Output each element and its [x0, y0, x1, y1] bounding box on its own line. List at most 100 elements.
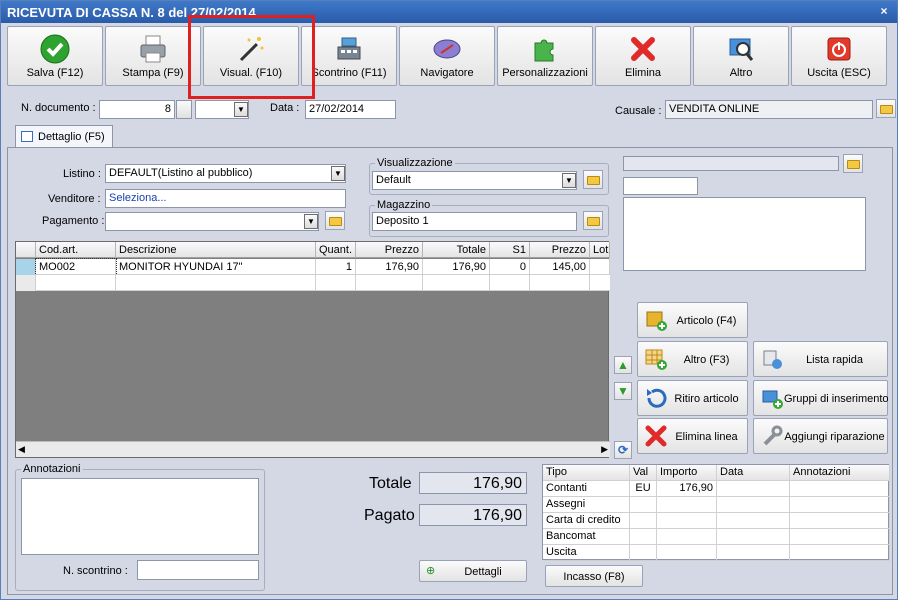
details-button[interactable]: ⊕ Dettagli — [419, 560, 527, 582]
scroll-left-icon[interactable]: ◀ — [18, 444, 25, 455]
grid-cell[interactable]: EU — [630, 481, 657, 497]
grid-cell[interactable] — [790, 529, 890, 545]
visualization-select[interactable]: Default — [372, 171, 577, 190]
listino-select[interactable]: DEFAULT(Listino al pubblico) — [105, 164, 346, 183]
delete-line-button[interactable]: Elimina linea — [637, 418, 748, 454]
grid-cell[interactable] — [657, 529, 717, 545]
grid-cell[interactable]: 0 — [490, 259, 530, 275]
grid-cell[interactable] — [790, 481, 890, 497]
return-article-button[interactable]: Ritiro articolo — [637, 380, 748, 416]
receipt-button[interactable]: Scontrino (F11) — [301, 26, 397, 86]
scroll-right-icon[interactable]: ▶ — [601, 444, 608, 455]
other-button[interactable]: Altro — [693, 26, 789, 86]
add-article-button[interactable]: Articolo (F4) — [637, 302, 748, 338]
close-icon[interactable]: × — [877, 4, 891, 18]
grid-cell[interactable]: 1 — [316, 259, 356, 275]
chevron-down-icon[interactable]: ▼ — [304, 214, 318, 229]
notes-textarea[interactable] — [21, 478, 259, 555]
info-folder-button[interactable] — [843, 154, 863, 173]
grid-cell[interactable] — [657, 497, 717, 513]
doc-number-button[interactable] — [176, 100, 192, 119]
col-header[interactable]: Data — [717, 465, 790, 481]
grid-cell[interactable] — [790, 513, 890, 529]
col-header[interactable]: Prezzo — [530, 242, 590, 258]
exit-button[interactable]: Uscita (ESC) — [791, 26, 887, 86]
chevron-down-icon[interactable]: ▼ — [234, 102, 248, 117]
col-header[interactable]: S1 — [490, 242, 530, 258]
table-row[interactable] — [16, 275, 610, 291]
date-input[interactable]: 27/02/2014 — [305, 100, 396, 119]
grid-cell[interactable] — [717, 481, 790, 497]
col-header[interactable]: Totale — [423, 242, 490, 258]
causale-folder-button[interactable] — [876, 99, 896, 118]
grid-cell[interactable] — [630, 545, 657, 561]
grid-cell[interactable] — [630, 529, 657, 545]
delete-button[interactable]: Elimina — [595, 26, 691, 86]
move-down-icon[interactable]: ▼ — [614, 382, 632, 400]
visualization-folder-button[interactable] — [583, 170, 603, 189]
other-article-button[interactable]: Altro (F3) — [637, 341, 748, 377]
col-header[interactable]: Tipo — [543, 465, 630, 481]
venditore-input[interactable]: Seleziona... — [105, 189, 346, 208]
chevron-down-icon[interactable]: ▼ — [331, 166, 345, 181]
grid-cell[interactable]: 145,00 — [530, 259, 590, 275]
doc-number-input[interactable]: 8 — [99, 100, 175, 119]
grid-cell[interactable] — [790, 497, 890, 513]
grid-cell[interactable] — [530, 275, 590, 291]
grid-cell[interactable] — [717, 497, 790, 513]
col-header[interactable]: Annotazioni — [790, 465, 890, 481]
grid-cell[interactable] — [717, 545, 790, 561]
info-small-field[interactable] — [623, 177, 698, 195]
grid-cell[interactable] — [630, 497, 657, 513]
add-repair-button[interactable]: Aggiungi riparazione — [753, 418, 888, 454]
tab-dettaglio[interactable]: Dettaglio (F5) — [15, 125, 113, 148]
grid-cell[interactable] — [116, 275, 316, 291]
grid-cell[interactable] — [36, 275, 116, 291]
navigator-button[interactable]: Navigatore — [399, 26, 495, 86]
pagamento-folder-button[interactable] — [325, 211, 345, 230]
receipt-number-input[interactable] — [137, 560, 259, 580]
col-header[interactable]: Descrizione — [116, 242, 316, 258]
table-row[interactable]: Contanti EU 176,90 — [543, 481, 890, 497]
table-row[interactable]: Assegni — [543, 497, 890, 513]
horizontal-scrollbar[interactable]: ◀ ▶ — [16, 441, 610, 457]
table-row[interactable]: Bancomat — [543, 529, 890, 545]
causale-input[interactable]: VENDITA ONLINE — [665, 100, 873, 119]
grid-cell[interactable] — [657, 513, 717, 529]
grid-cell[interactable] — [630, 513, 657, 529]
col-header[interactable]: Prezzo — [356, 242, 423, 258]
grid-cell[interactable] — [590, 259, 610, 275]
grid-cell[interactable] — [316, 275, 356, 291]
grid-cell[interactable] — [717, 513, 790, 529]
save-button[interactable]: Salva (F12) — [7, 26, 103, 86]
warehouse-folder-button[interactable] — [583, 211, 603, 230]
pagamento-select[interactable] — [105, 212, 319, 231]
grid-cell[interactable]: 176,90 — [356, 259, 423, 275]
preview-button[interactable]: Visual. (F10) — [203, 26, 299, 86]
grid-cell[interactable] — [490, 275, 530, 291]
chevron-down-icon[interactable]: ▼ — [562, 173, 576, 188]
refresh-icon[interactable]: ⟳ — [614, 441, 632, 459]
col-header[interactable]: Importo — [657, 465, 717, 481]
grid-cell[interactable] — [356, 275, 423, 291]
table-row[interactable]: Carta di credito — [543, 513, 890, 529]
col-header[interactable]: Lot — [590, 242, 610, 258]
grid-cell[interactable]: MO002 — [35, 258, 117, 276]
col-header[interactable]: Val — [630, 465, 657, 481]
grid-cell[interactable]: 176,90 — [657, 481, 717, 497]
grid-cell[interactable] — [717, 529, 790, 545]
grid-cell[interactable] — [790, 545, 890, 561]
col-header[interactable]: Cod.art. — [36, 242, 116, 258]
cash-in-button[interactable]: Incasso (F8) — [545, 565, 643, 587]
grid-cell[interactable]: 176,90 — [423, 259, 490, 275]
warehouse-input[interactable]: Deposito 1 — [372, 212, 577, 231]
print-button[interactable]: Stampa (F9) — [105, 26, 201, 86]
info-textarea[interactable] — [623, 197, 866, 271]
grid-cell[interactable]: MONITOR HYUNDAI 17" — [116, 259, 316, 275]
table-row[interactable]: MO002 MONITOR HYUNDAI 17" 1 176,90 176,9… — [16, 258, 610, 276]
quick-list-button[interactable]: Lista rapida — [753, 341, 888, 377]
grid-cell[interactable] — [423, 275, 490, 291]
col-header[interactable]: Quant. — [316, 242, 356, 258]
move-up-icon[interactable]: ▲ — [614, 356, 632, 374]
insert-groups-button[interactable]: Gruppi di inserimento — [753, 380, 889, 416]
